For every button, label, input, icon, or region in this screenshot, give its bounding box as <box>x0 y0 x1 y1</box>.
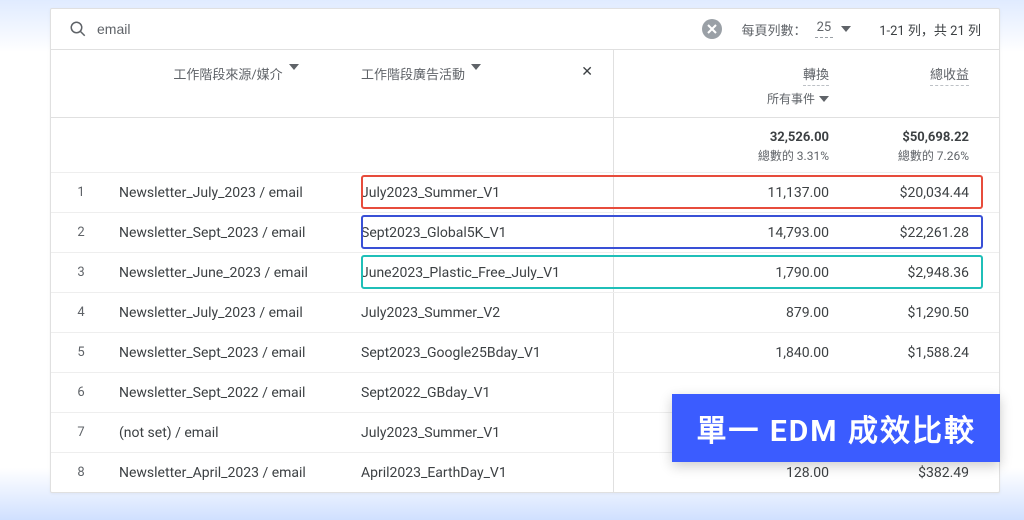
column-divider <box>613 253 614 292</box>
col-header-campaign[interactable]: 工作階段廣告活動 ✕ <box>361 64 611 107</box>
column-divider <box>613 413 614 452</box>
remove-column-icon[interactable]: ✕ <box>581 64 593 80</box>
row-index: 3 <box>51 265 111 280</box>
row-index: 7 <box>51 425 111 440</box>
table-header: 工作階段來源/媒介 工作階段廣告活動 ✕ 轉換 所有事件 總收益 <box>51 50 999 118</box>
chevron-down-icon <box>841 26 851 32</box>
clear-search-icon[interactable] <box>702 19 722 39</box>
row-index: 6 <box>51 385 111 400</box>
column-divider <box>613 453 614 492</box>
cell-revenue: $22,261.28 <box>839 225 999 241</box>
column-divider <box>613 50 614 117</box>
cell-conversions: 1,840.00 <box>611 345 839 361</box>
column-divider <box>613 118 614 172</box>
column-divider <box>613 213 614 252</box>
overlay-caption: 單一 EDM 成效比較 <box>672 394 1000 462</box>
rows-per-page[interactable]: 每頁列數： 25 <box>742 20 852 39</box>
table-row[interactable]: 1Newsletter_July_2023 / emailJuly2023_Su… <box>51 172 999 212</box>
cell-revenue: $1,588.24 <box>839 345 999 361</box>
col-header-conversions[interactable]: 轉換 所有事件 <box>611 64 839 107</box>
totals-row: 32,526.00 總數的 3.31% $50,698.22 總數的 7.26% <box>51 118 999 172</box>
cell-source: Newsletter_June_2023 / email <box>111 265 361 281</box>
search-input[interactable] <box>97 21 702 37</box>
cell-campaign: July2023_Summer_V1 <box>361 185 611 201</box>
column-divider <box>613 333 614 372</box>
row-index: 1 <box>51 185 111 200</box>
cell-source: Newsletter_Sept_2023 / email <box>111 225 361 241</box>
total-conversions-pct: 總數的 3.31% <box>611 147 829 164</box>
total-conversions: 32,526.00 <box>611 130 829 145</box>
cell-conversions: 11,137.00 <box>611 185 839 201</box>
cell-conversions: 1,790.00 <box>611 265 839 281</box>
cell-revenue: $20,034.44 <box>839 185 999 201</box>
cell-revenue: $382.49 <box>839 465 999 481</box>
rpp-label: 每頁列數： <box>742 20 807 39</box>
column-divider <box>613 373 614 412</box>
chevron-down-icon <box>471 64 481 70</box>
cell-campaign: July2023_Summer_V2 <box>361 305 611 321</box>
table-row[interactable]: 5Newsletter_Sept_2023 / emailSept2023_Go… <box>51 332 999 372</box>
row-index: 8 <box>51 465 111 480</box>
cell-campaign: July2023_Summer_V1 <box>361 425 611 441</box>
table-row[interactable]: 2Newsletter_Sept_2023 / emailSept2023_Gl… <box>51 212 999 252</box>
cell-campaign: June2023_Plastic_Free_July_V1 <box>361 265 611 281</box>
cell-source: Newsletter_Sept_2022 / email <box>111 385 361 401</box>
rpp-value: 25 <box>815 20 834 38</box>
cell-source: Newsletter_July_2023 / email <box>111 185 361 201</box>
cell-campaign: Sept2022_GBday_V1 <box>361 385 611 401</box>
total-revenue-pct: 總數的 7.26% <box>839 147 969 164</box>
search-bar: 每頁列數： 25 1-21 列，共 21 列 <box>51 9 999 50</box>
cell-campaign: Sept2023_Google25Bday_V1 <box>361 345 611 361</box>
cell-conversions: 879.00 <box>611 305 839 321</box>
cell-conversions: 128.00 <box>611 465 839 481</box>
cell-source: Newsletter_April_2023 / email <box>111 465 361 481</box>
col-header-source[interactable]: 工作階段來源/媒介 <box>111 64 361 107</box>
column-divider <box>613 173 614 212</box>
cell-source: (not set) / email <box>111 425 361 441</box>
row-index: 2 <box>51 225 111 240</box>
cell-source: Newsletter_Sept_2023 / email <box>111 345 361 361</box>
row-index: 5 <box>51 345 111 360</box>
table-row[interactable]: 4Newsletter_July_2023 / emailJuly2023_Su… <box>51 292 999 332</box>
column-divider <box>613 293 614 332</box>
cell-campaign: Sept2023_Global5K_V1 <box>361 225 611 241</box>
cell-revenue: $2,948.36 <box>839 265 999 281</box>
cell-source: Newsletter_July_2023 / email <box>111 305 361 321</box>
row-range: 1-21 列，共 21 列 <box>879 20 981 39</box>
total-revenue: $50,698.22 <box>839 130 969 145</box>
table-row[interactable]: 3Newsletter_June_2023 / emailJune2023_Pl… <box>51 252 999 292</box>
row-index: 4 <box>51 305 111 320</box>
cell-revenue: $1,290.50 <box>839 305 999 321</box>
chevron-down-icon <box>819 96 829 102</box>
chevron-down-icon <box>289 64 299 70</box>
search-icon <box>69 20 87 38</box>
cell-conversions: 14,793.00 <box>611 225 839 241</box>
cell-campaign: April2023_EarthDay_V1 <box>361 465 611 481</box>
col-header-revenue[interactable]: 總收益 <box>839 64 999 107</box>
